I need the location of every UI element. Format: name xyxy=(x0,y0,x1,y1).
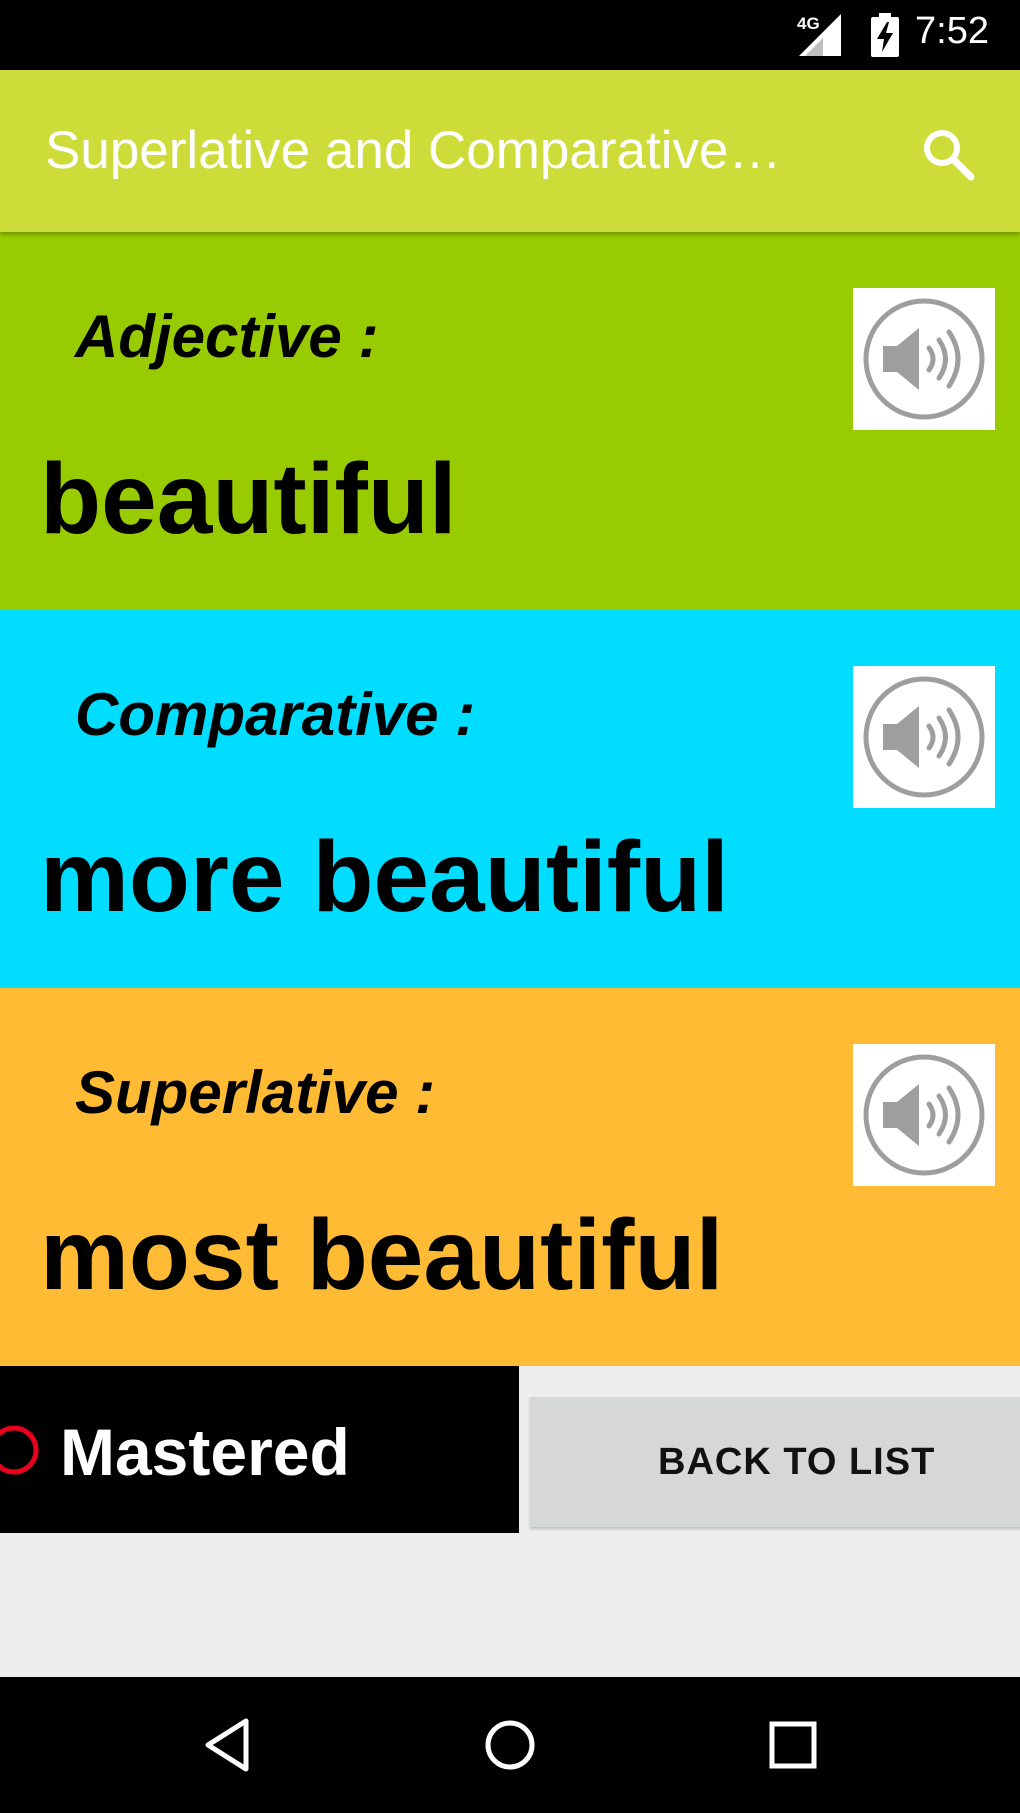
home-circle-icon[interactable] xyxy=(480,1715,540,1775)
mastered-label: Mastered xyxy=(60,1415,350,1489)
speaker-icon xyxy=(863,1054,985,1176)
superlative-panel: Superlative : most beautiful xyxy=(0,988,1020,1366)
comparative-word: more beautiful xyxy=(40,821,729,933)
adjective-speaker-button[interactable] xyxy=(853,288,995,430)
superlative-speaker-button[interactable] xyxy=(853,1044,995,1186)
status-clock: 7:52 xyxy=(915,10,989,52)
status-bar: 4G 7:52 xyxy=(0,0,1020,70)
speaker-icon xyxy=(863,676,985,798)
app-bar: Superlative and Comparative… xyxy=(0,70,1020,232)
superlative-word: most beautiful xyxy=(40,1199,724,1311)
comparative-speaker-button[interactable] xyxy=(853,666,995,808)
comparative-panel: Comparative : more beautiful xyxy=(0,610,1020,988)
navigation-bar xyxy=(0,1677,1020,1813)
mastered-checkbox[interactable]: Mastered xyxy=(0,1366,519,1533)
speaker-icon xyxy=(863,298,985,420)
back-triangle-icon[interactable] xyxy=(198,1715,258,1775)
adjective-panel: Adjective : beautiful xyxy=(0,232,1020,610)
battery-charging-icon xyxy=(870,13,900,57)
adjective-label: Adjective : xyxy=(75,303,379,370)
radio-unchecked-icon[interactable] xyxy=(0,1424,40,1476)
superlative-label: Superlative : xyxy=(75,1059,436,1126)
app-title: Superlative and Comparative… xyxy=(45,121,782,180)
network-type: 4G xyxy=(797,14,820,33)
adjective-word: beautiful xyxy=(40,443,457,555)
recents-square-icon[interactable] xyxy=(763,1715,823,1775)
back-to-list-button[interactable]: BACK TO LIST xyxy=(530,1397,1020,1527)
search-icon[interactable] xyxy=(918,124,978,184)
network-signal-icon: 4G xyxy=(793,12,851,58)
comparative-label: Comparative : xyxy=(75,681,476,748)
